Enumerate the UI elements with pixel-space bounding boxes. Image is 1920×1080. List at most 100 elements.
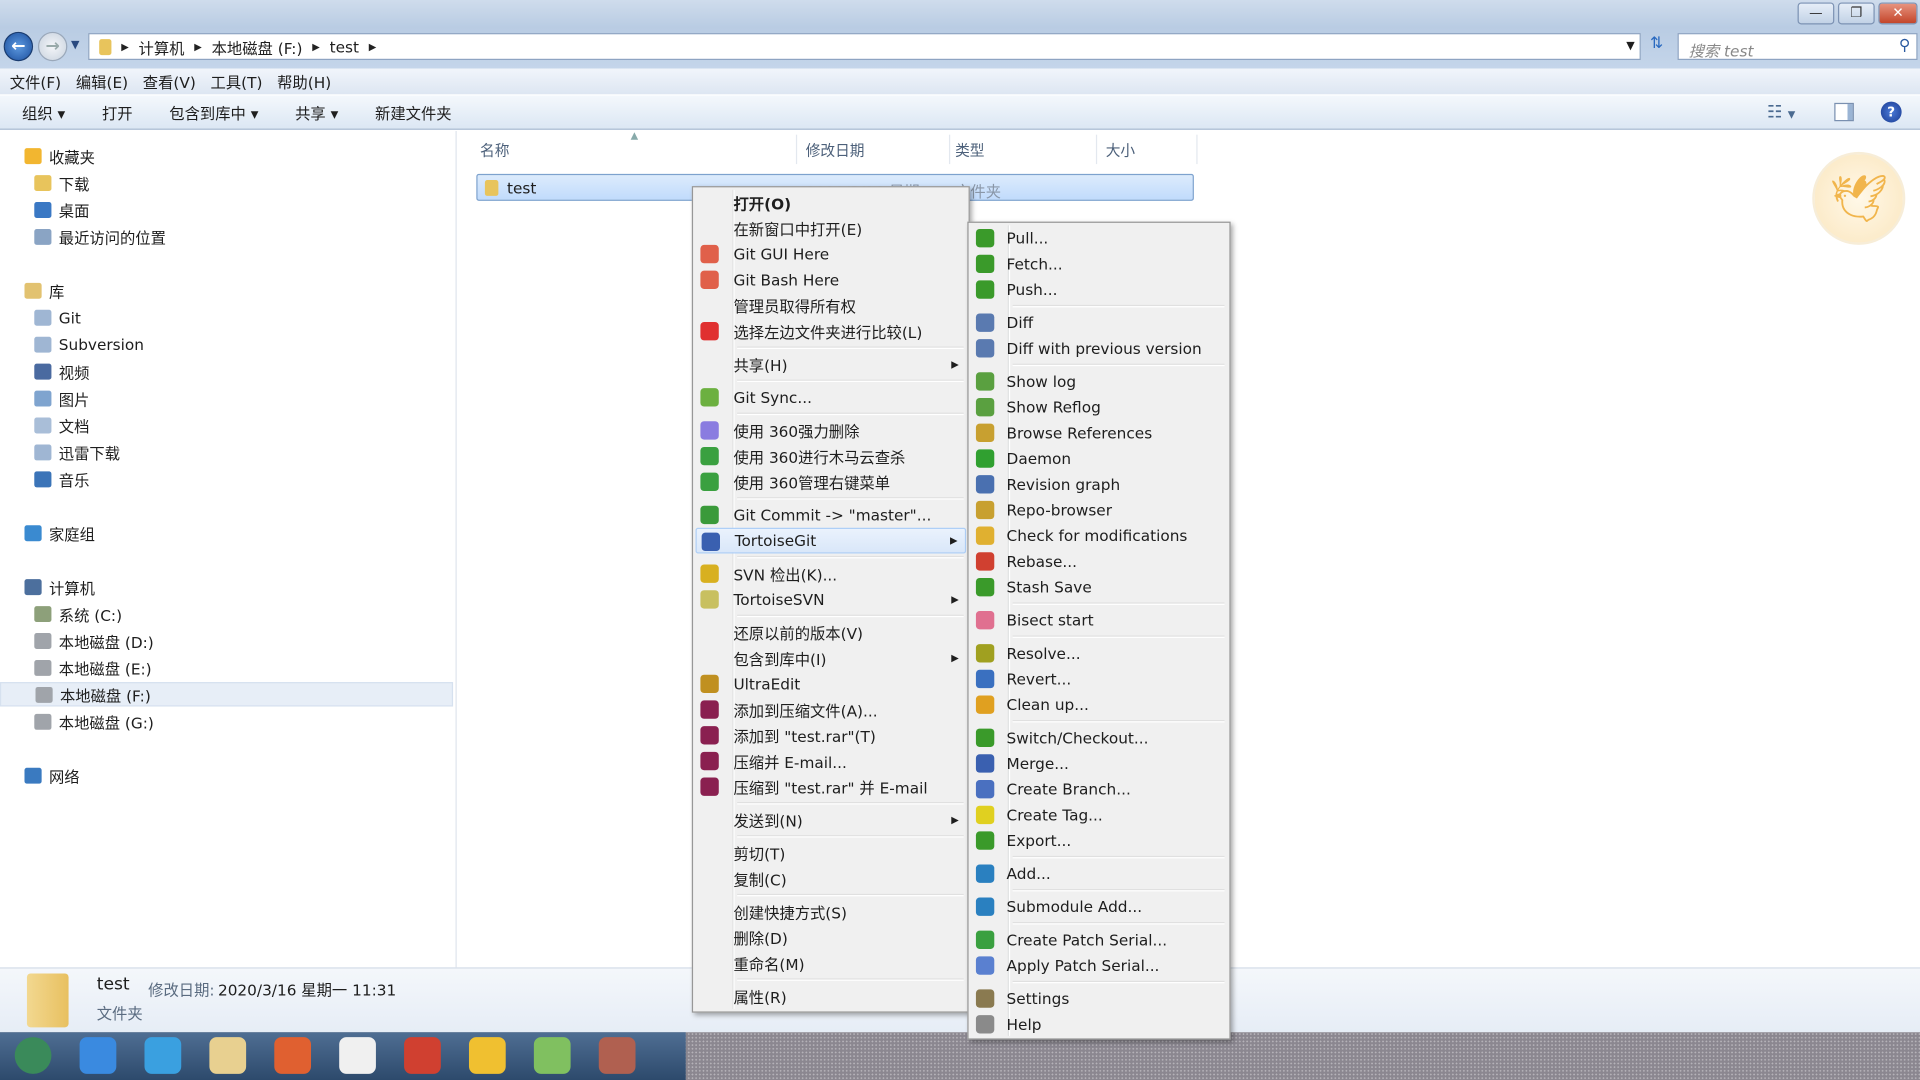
- menu-item-r[interactable]: 属性(R): [696, 983, 967, 1009]
- menu-item-help[interactable]: Help: [971, 1011, 1227, 1037]
- menu-item-e[interactable]: 在新窗口中打开(E): [696, 216, 967, 242]
- menu-item-a[interactable]: 添加到压缩文件(A)...: [696, 697, 967, 723]
- nav-item-17[interactable]: 系统 (C:): [0, 601, 453, 625]
- menu-item-show-reflog[interactable]: Show Reflog: [971, 394, 1227, 420]
- menu-item-revert[interactable]: Revert...: [971, 666, 1227, 692]
- menu-item-clean-up[interactable]: Clean up...: [971, 692, 1227, 718]
- nav-item-0[interactable]: 收藏夹: [0, 143, 453, 167]
- menu-item-check-for-modifications[interactable]: Check for modifications: [971, 523, 1227, 549]
- restore-button[interactable]: ❐: [1837, 2, 1875, 25]
- menu-item-push[interactable]: Push...: [971, 277, 1227, 303]
- 360-browser-icon[interactable]: [339, 1037, 376, 1074]
- menu-item-create-branch[interactable]: Create Branch...: [971, 776, 1227, 802]
- menu-item-settings[interactable]: Settings: [971, 986, 1227, 1012]
- menu-item-create-tag[interactable]: Create Tag...: [971, 802, 1227, 828]
- menu-item-t[interactable]: 剪切(T): [696, 840, 967, 866]
- nav-item-14[interactable]: 家庭组: [0, 520, 453, 544]
- menu-item-360[interactable]: 使用 360管理右键菜单: [696, 469, 967, 495]
- menu-item-360[interactable]: 使用 360进行木马云查杀: [696, 443, 967, 469]
- menu-item-d[interactable]: 删除(D): [696, 924, 967, 950]
- menu-item-bisect-start[interactable]: Bisect start: [971, 607, 1227, 633]
- menu-item-tortoisegit[interactable]: TortoiseGit ▶: [695, 527, 967, 554]
- menu-4[interactable]: 帮助(H): [277, 70, 331, 93]
- tool-icon[interactable]: [598, 1037, 636, 1074]
- refresh-icon[interactable]: ⇅: [1643, 34, 1670, 58]
- menu-item-pull[interactable]: Pull...: [971, 225, 1227, 251]
- menu-item-diff-with-previous-version[interactable]: Diff with previous version: [971, 336, 1227, 362]
- foxmail-icon[interactable]: [274, 1037, 312, 1074]
- column-name[interactable]: 名称: [480, 140, 509, 161]
- qq-icon[interactable]: [79, 1037, 117, 1074]
- menu-item-m[interactable]: 重命名(M): [696, 950, 967, 976]
- nav-item-7[interactable]: Subversion: [0, 332, 453, 356]
- start-orb-icon[interactable]: [14, 1037, 52, 1074]
- menu-item-resolve[interactable]: Resolve...: [971, 640, 1227, 666]
- menu-item-rebase[interactable]: Rebase...: [971, 549, 1227, 575]
- toolbar-button-3[interactable]: 共享 ▾: [295, 100, 338, 123]
- nav-item-20[interactable]: 本地磁盘 (F:): [0, 682, 454, 707]
- address-bar[interactable]: ▶ 计算机 ▶ 本地磁盘 (F:) ▶ test ▶ ▼: [88, 33, 1641, 61]
- menu-item-git-commit-master[interactable]: Git Commit -> "master"...: [696, 502, 967, 528]
- menu-item-ultraedit[interactable]: UltraEdit: [696, 671, 967, 697]
- menu-item-h[interactable]: 共享(H) ▶: [696, 351, 967, 377]
- nav-item-8[interactable]: 视频: [0, 359, 453, 383]
- toolbar-button-1[interactable]: 打开: [102, 100, 133, 123]
- nav-item-16[interactable]: 计算机: [0, 574, 453, 598]
- menu-item-360[interactable]: 使用 360强力删除: [696, 418, 967, 444]
- menu-item-apply-patch-serial[interactable]: Apply Patch Serial...: [971, 953, 1227, 979]
- toolbar-button-4[interactable]: 新建文件夹: [375, 100, 452, 123]
- menu-item-submodule-add[interactable]: Submodule Add...: [971, 894, 1227, 920]
- nav-item-2[interactable]: 桌面: [0, 197, 453, 221]
- menu-item-create-patch-serial[interactable]: Create Patch Serial...: [971, 927, 1227, 953]
- menu-item-diff[interactable]: Diff: [971, 310, 1227, 336]
- recent-pages-dropdown[interactable]: ▼: [71, 39, 79, 51]
- menu-item-item[interactable]: 管理员取得所有权: [696, 293, 967, 319]
- menu-item-l[interactable]: 选择左边文件夹进行比较(L): [696, 318, 967, 344]
- menu-item-repo-browser[interactable]: Repo-browser: [971, 497, 1227, 523]
- app-icon[interactable]: [533, 1037, 571, 1074]
- toolbar-button-0[interactable]: 组织 ▾: [22, 100, 65, 123]
- menu-item-i[interactable]: 包含到库中(I) ▶: [696, 645, 967, 671]
- menu-item-test-rar-t[interactable]: 添加到 "test.rar"(T): [696, 722, 967, 748]
- nav-item-6[interactable]: Git: [0, 305, 453, 329]
- search-icon[interactable]: ⚲: [1899, 36, 1910, 54]
- menu-item-daemon[interactable]: Daemon: [971, 446, 1227, 472]
- menu-item-merge[interactable]: Merge...: [971, 751, 1227, 777]
- column-size[interactable]: 大小: [1106, 140, 1135, 161]
- nav-item-18[interactable]: 本地磁盘 (D:): [0, 628, 453, 652]
- address-dropdown-icon[interactable]: ▼: [1626, 40, 1634, 52]
- menu-item-revision-graph[interactable]: Revision graph: [971, 471, 1227, 497]
- breadcrumb-drive-f[interactable]: 本地磁盘 (F:): [212, 35, 303, 58]
- menu-item-export[interactable]: Export...: [971, 828, 1227, 854]
- breadcrumb-computer[interactable]: 计算机: [139, 35, 185, 58]
- forward-button[interactable]: →: [37, 31, 68, 62]
- column-date[interactable]: 修改日期: [806, 140, 865, 161]
- nav-item-21[interactable]: 本地磁盘 (G:): [0, 709, 453, 733]
- nav-item-5[interactable]: 库: [0, 278, 453, 302]
- chrome-icon[interactable]: [404, 1037, 441, 1074]
- nav-item-1[interactable]: 下载: [0, 170, 453, 194]
- menu-item-c[interactable]: 复制(C): [696, 866, 967, 892]
- menu-item-switch-checkout[interactable]: Switch/Checkout...: [971, 725, 1227, 751]
- menu-item-v[interactable]: 还原以前的版本(V): [696, 620, 967, 646]
- folder-app-icon[interactable]: [468, 1037, 506, 1074]
- nav-item-9[interactable]: 图片: [0, 386, 453, 410]
- menu-item-n[interactable]: 发送到(N) ▶: [696, 807, 967, 833]
- menu-item-e-mail[interactable]: 压缩并 E-mail...: [696, 748, 967, 774]
- menu-item-add[interactable]: Add...: [971, 861, 1227, 887]
- menu-item-browse-references[interactable]: Browse References: [971, 420, 1227, 446]
- ie-icon[interactable]: [144, 1037, 182, 1074]
- nav-item-10[interactable]: 文档: [0, 413, 453, 437]
- minimize-button[interactable]: —: [1797, 2, 1835, 25]
- preview-pane-icon[interactable]: [1834, 102, 1854, 122]
- menu-0[interactable]: 文件(F): [10, 70, 61, 93]
- toolbar-button-2[interactable]: 包含到库中 ▾: [169, 100, 258, 123]
- nav-item-3[interactable]: 最近访问的位置: [0, 224, 453, 248]
- menu-item-stash-save[interactable]: Stash Save: [971, 574, 1227, 600]
- menu-item-git-sync[interactable]: Git Sync...: [696, 384, 967, 410]
- view-options-icon[interactable]: ☷ ▼: [1767, 103, 1795, 123]
- nav-item-12[interactable]: 音乐: [0, 467, 453, 491]
- menu-item-tortoisesvn[interactable]: TortoiseSVN ▶: [696, 587, 967, 613]
- nav-item-11[interactable]: 迅雷下载: [0, 440, 453, 464]
- menu-item-svn-k[interactable]: SVN 检出(K)...: [696, 561, 967, 587]
